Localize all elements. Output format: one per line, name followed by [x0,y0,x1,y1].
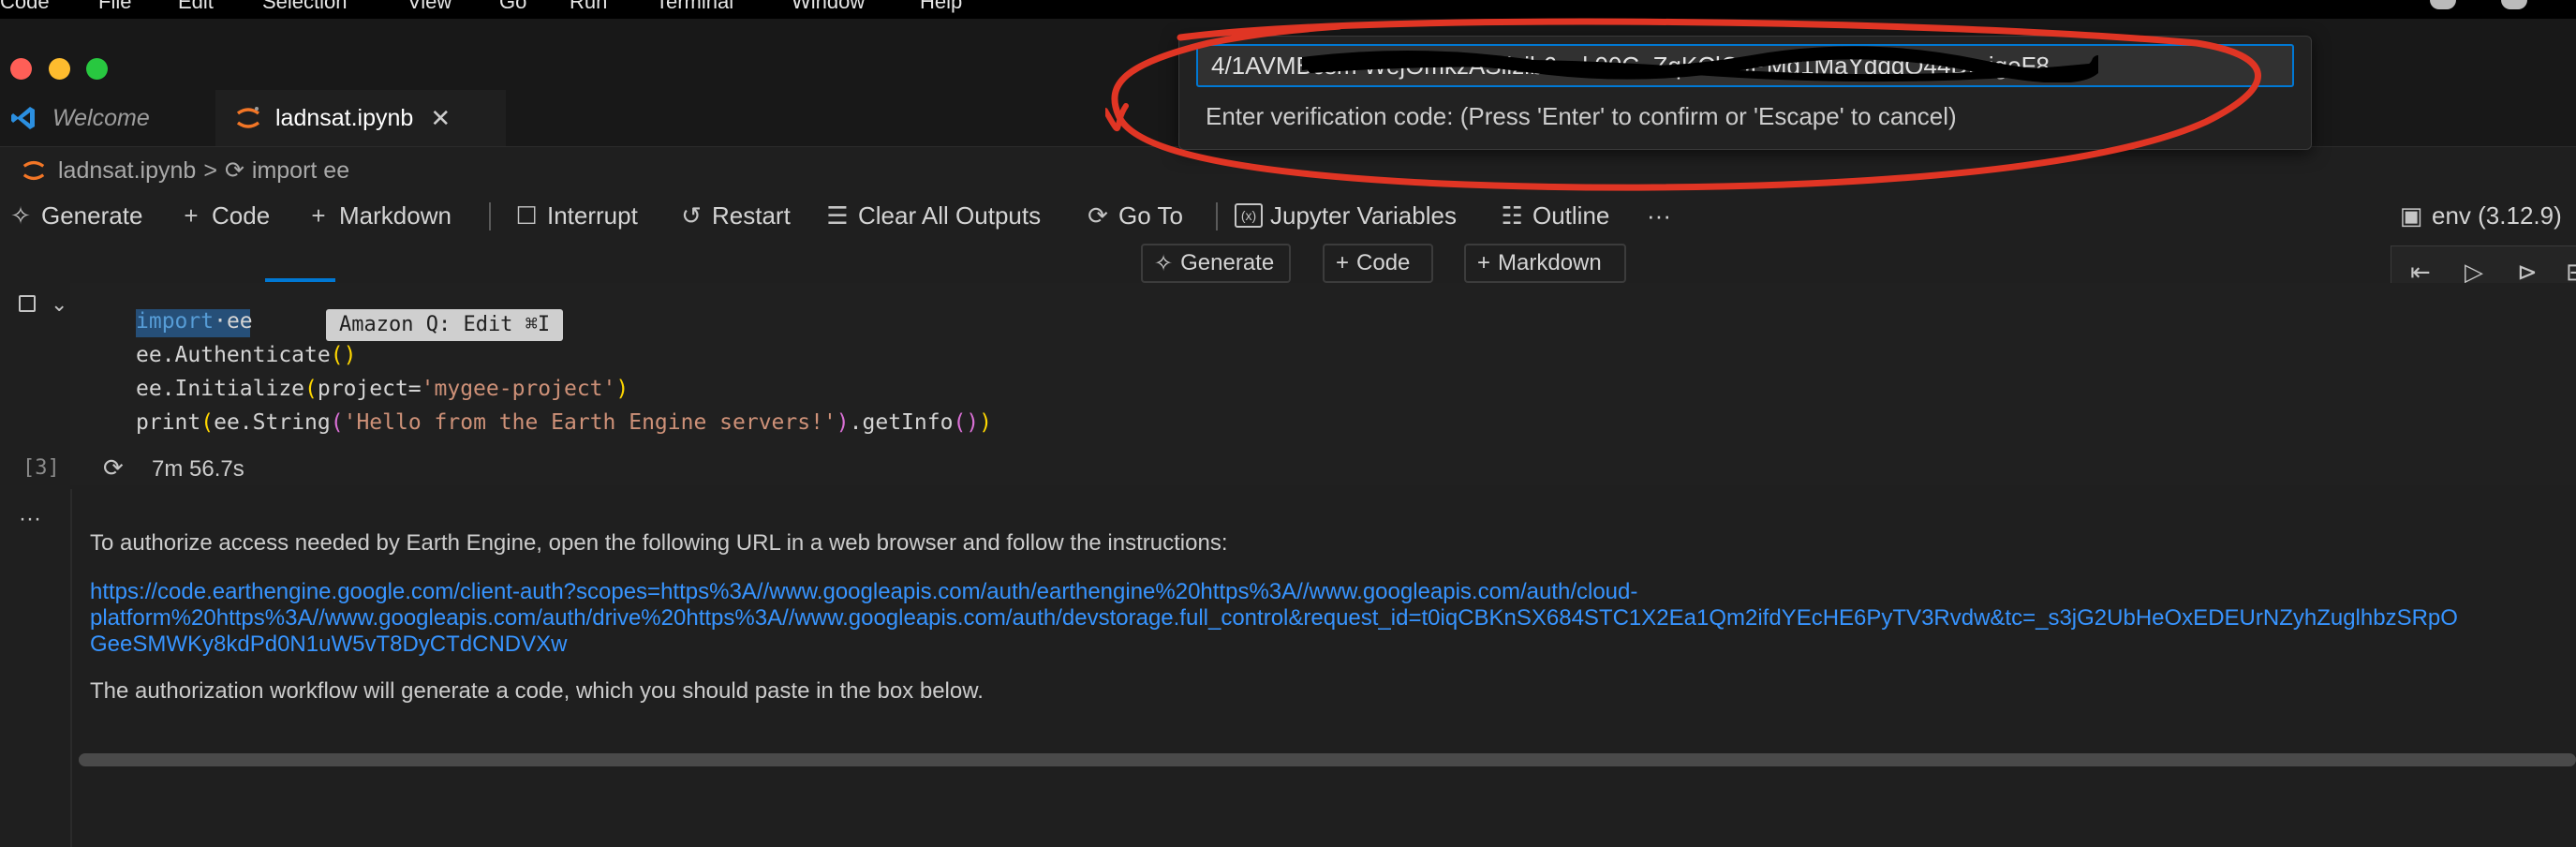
zoom-window-button[interactable] [86,58,108,80]
status-icon[interactable] [2501,0,2527,9]
more-label: ··· [1647,201,1671,230]
interrupt-button[interactable]: ☐ Interrupt [513,193,638,238]
menu-file[interactable]: File [98,0,131,14]
goto-label: Go To [1118,201,1183,230]
insert-markdown-button[interactable]: + Markdown [1464,244,1626,283]
toolbar-divider [1216,202,1218,230]
execution-count: [3] [22,456,60,480]
breadcrumb-file[interactable]: ladnsat.ipynb [58,157,196,185]
plus-icon: + [1477,250,1491,275]
sparkle-icon: ✧ [10,201,31,230]
code-line-3[interactable]: ee.Initialize(project='mygee-project') [136,377,629,401]
menu-terminal[interactable]: Terminal [656,0,733,14]
insert-markdown-label: Markdown [1498,250,1602,275]
execution-duration: 7m 56.7s [152,456,244,482]
insert-generate-label: Generate [1180,250,1275,275]
clear-all-icon: ☰ [826,201,849,230]
insert-code-button[interactable]: + Code [1323,244,1433,283]
interrupt-label: Interrupt [547,201,638,230]
clear-outputs-label: Clear All Outputs [858,201,1042,230]
stop-icon: ☐ [515,201,538,230]
symbol-icon: ⟳ [224,157,244,184]
clear-all-outputs-button[interactable]: ☰ Clear All Outputs [824,193,1041,238]
red-annotation-circle [1105,18,2261,191]
output-intro: To authorize access needed by Earth Engi… [90,530,1228,556]
close-window-button[interactable] [10,58,32,80]
auth-url-line-2[interactable]: platform%20https%3A//www.googleapis.com/… [90,605,2458,632]
markdown-label: Markdown [339,201,452,230]
breadcrumb: ladnsat.ipynb > ⟳ import ee [0,150,349,191]
close-tab-icon[interactable]: ✕ [430,104,451,133]
vscode-icon [11,107,35,129]
tab-label: ladnsat.ipynb [275,104,414,131]
menu-go[interactable]: Go [499,0,526,14]
cell-checkbox-icon[interactable] [19,295,36,312]
toolbar-divider [489,202,491,230]
plus-icon: + [184,201,199,230]
outline-label: Outline [1532,201,1610,230]
add-markdown-cell-button[interactable]: + Markdown [305,193,452,238]
code-line-4[interactable]: print(ee.String('Hello from the Earth En… [136,410,992,435]
amazon-q-inline-hint[interactable]: Amazon Q: Edit ⌘I [326,309,564,341]
add-code-cell-button[interactable]: + Code [178,193,270,238]
breadcrumb-symbol[interactable]: import ee [252,157,349,185]
restart-label: Restart [712,201,791,230]
plus-icon: + [311,201,326,230]
spinner-icon: ⟳ [103,453,124,482]
kernel-label: env (3.12.9) [2432,201,2562,230]
kernel-picker[interactable]: ▣ env (3.12.9) [2398,193,2562,238]
code-line-2[interactable]: ee.Authenticate() [136,343,356,367]
restart-icon: ↺ [681,201,702,230]
insert-generate-button[interactable]: ✧ Generate [1141,244,1291,283]
menu-code[interactable]: Code [0,0,50,14]
macos-menubar: Code File Edit Selection View Go Run Ter… [0,0,2576,19]
menu-selection[interactable]: Selection [262,0,348,14]
tab-welcome[interactable]: Welcome [0,90,223,146]
jupyter-notebook-icon [236,107,260,128]
output-more-actions[interactable]: ··· [19,506,41,532]
auth-url-line-1[interactable]: https://code.earthengine.google.com/clie… [90,579,1637,605]
horizontal-scrollbar[interactable] [79,753,2576,766]
jupyter-variables-label: Jupyter Variables [1270,201,1457,230]
code-line-1[interactable]: import·ee [136,309,253,334]
menu-help[interactable]: Help [920,0,962,14]
outline-icon: ☷ [1501,201,1523,230]
sparkle-icon: ✧ [1154,250,1174,276]
breadcrumb-separator: > [203,156,217,184]
output-border [70,489,72,847]
code-label: Code [212,201,271,230]
kernel-icon: ▣ [2399,201,2423,230]
variables-icon: (x) [1235,203,1263,228]
insert-code-label: Code [1356,250,1411,275]
menu-view[interactable]: View [407,0,452,14]
restart-button[interactable]: ↺ Restart [678,193,791,238]
auth-url-line-3[interactable]: GeeSMWKy8kdPd0N1uW5vT8DyCTdCNDVXw [90,632,567,658]
status-icon[interactable] [2430,0,2456,9]
active-cell-indicator [265,278,335,282]
menu-window[interactable]: Window [792,0,865,14]
output-outro: The authorization workflow will generate… [90,678,984,704]
goto-icon: ⟳ [1088,201,1108,230]
generate-button[interactable]: ✧ Generate [7,193,142,238]
plus-icon: + [1336,250,1350,275]
menu-run[interactable]: Run [570,0,607,14]
tab-ladnsat[interactable]: ladnsat.ipynb ✕ [215,90,506,146]
menu-edit[interactable]: Edit [178,0,214,14]
generate-label: Generate [41,201,143,230]
minimize-window-button[interactable] [49,58,70,80]
jupyter-notebook-icon [22,160,45,181]
collapse-chevron-icon[interactable]: ⌄ [51,292,67,317]
tab-label: Welcome [52,104,150,131]
